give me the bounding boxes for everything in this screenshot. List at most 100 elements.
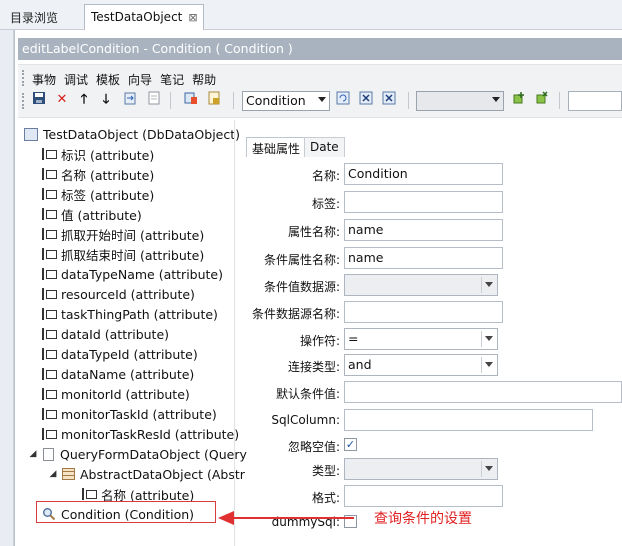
sql-column-field[interactable]: [344, 409, 593, 431]
expand-icon[interactable]: ◢: [48, 469, 58, 479]
component-select[interactable]: Condition: [242, 91, 330, 111]
tree-node-label: monitorTaskResId (attribute): [61, 426, 240, 442]
tab-test-data-object[interactable]: TestDataObject ⊠: [84, 4, 204, 30]
tree-divider[interactable]: [234, 120, 235, 546]
attribute-icon: [42, 147, 57, 161]
name-field[interactable]: Condition: [344, 163, 503, 185]
tree-node-attribute[interactable]: monitorTaskResId (attribute): [42, 424, 239, 444]
tree-node-label: dataTypeName (attribute): [61, 266, 223, 282]
attribute-icon: [42, 407, 57, 421]
tab-label: TestDataObject: [91, 10, 183, 24]
attr-name-field[interactable]: name: [344, 219, 503, 241]
tree-node-abstract[interactable]: ◢ AbstractDataObject (Abstr: [48, 464, 245, 484]
ignore-null-label: 忽略空值:: [287, 440, 340, 454]
cond-source-name-field[interactable]: [344, 301, 503, 323]
tree-node-label: monitorId (attribute): [61, 386, 190, 402]
attribute-icon: [42, 247, 57, 261]
default-value-field[interactable]: [344, 381, 622, 403]
save-icon[interactable]: [30, 91, 48, 109]
page-icon: [41, 447, 55, 461]
chevron-down-icon: [485, 336, 493, 341]
tree-root[interactable]: TestDataObject (DbDataObject): [24, 124, 240, 144]
property-icon[interactable]: [182, 91, 200, 109]
attribute-icon: [42, 267, 57, 281]
tree-node-label: 抓取开始时间 (attribute): [61, 227, 205, 243]
remove-component-icon[interactable]: [357, 91, 375, 109]
annotation-arrow-line: [232, 517, 354, 519]
ignore-null-checkbox[interactable]: ✓: [344, 438, 357, 451]
menu-item-debug[interactable]: 调试: [60, 70, 92, 88]
toolbar-separator: [559, 92, 560, 109]
close-icon[interactable]: ⊠: [188, 11, 197, 24]
tree-node-attribute[interactable]: 标识 (attribute): [42, 144, 154, 164]
move-up-icon[interactable]: 🡑: [75, 91, 93, 109]
tree-node-attribute[interactable]: taskThingPath (attribute): [42, 304, 218, 324]
tree-node-attribute[interactable]: resourceId (attribute): [42, 284, 195, 304]
tree-node-label: 值 (attribute): [61, 207, 142, 223]
structure-tree: TestDataObject (DbDataObject) 标识 (attrib…: [18, 120, 247, 546]
attribute-icon: [42, 387, 57, 401]
tab-basic-properties[interactable]: 基础属性: [246, 137, 307, 157]
tab-directory-browse[interactable]: 目录浏览: [4, 4, 84, 30]
document-icon[interactable]: [145, 91, 163, 109]
menu-item-wizard[interactable]: 向导: [124, 70, 156, 88]
tree-node-attribute[interactable]: dataTypeId (attribute): [42, 344, 198, 364]
label-field[interactable]: [344, 191, 503, 213]
menu-item-help[interactable]: 帮助: [188, 70, 220, 88]
attribute-icon: [42, 427, 57, 441]
tree-node-label: monitorTaskId (attribute): [61, 406, 217, 422]
editor-title-bar: editLabelCondition - Condition ( Conditi…: [18, 38, 622, 60]
type-combo[interactable]: [344, 458, 498, 480]
cond-source-name-label: 条件数据源名称:: [251, 307, 340, 321]
tree-node-attribute[interactable]: 值 (attribute): [42, 204, 142, 224]
operator-label: 操作符:: [299, 334, 340, 348]
menubar-grip[interactable]: [22, 70, 25, 86]
cond-attr-name-field[interactable]: name: [344, 247, 503, 269]
add-node-icon[interactable]: [510, 91, 528, 109]
selected-node-highlight: [36, 501, 216, 523]
tree-node-query-form[interactable]: ◢ QueryFormDataObject (Query: [28, 444, 247, 464]
tree-node-label: resourceId (attribute): [61, 286, 195, 302]
search-input[interactable]: [568, 91, 622, 111]
format-field[interactable]: [344, 485, 503, 507]
delete-icon[interactable]: ✕: [53, 91, 71, 109]
cond-attr-name-label: 条件属性名称:: [263, 253, 340, 267]
lock-icon[interactable]: [205, 91, 223, 109]
tree-node-attribute[interactable]: 抓取开始时间 (attribute): [42, 224, 204, 244]
expand-icon[interactable]: ◢: [28, 449, 38, 459]
close-component-icon[interactable]: [380, 91, 398, 109]
tree-node-attribute[interactable]: 抓取结束时间 (attribute): [42, 244, 204, 264]
left-gutter: [0, 30, 14, 546]
name-label: 名称:: [311, 169, 340, 183]
tree-node-attribute[interactable]: 名称 (attribute): [42, 164, 154, 184]
tree-node-label: QueryFormDataObject (Query: [60, 446, 247, 462]
toolbar-grip[interactable]: [22, 93, 25, 109]
menu-item-transaction[interactable]: 事物: [28, 70, 60, 88]
operator-combo[interactable]: =: [344, 328, 498, 350]
refresh-icon[interactable]: [334, 91, 352, 109]
menu-item-template[interactable]: 模板: [92, 70, 124, 88]
remove-node-icon[interactable]: [533, 91, 551, 109]
format-label: 格式:: [311, 491, 340, 505]
tree-node-label: dataName (attribute): [61, 366, 195, 382]
tab-date[interactable]: Date: [304, 137, 345, 157]
secondary-select[interactable]: [416, 91, 504, 111]
attribute-icon: [42, 207, 57, 221]
database-icon: [24, 127, 38, 141]
tree-node-attribute[interactable]: monitorId (attribute): [42, 384, 190, 404]
table-icon: [61, 467, 75, 481]
join-type-combo[interactable]: and: [344, 354, 498, 376]
attribute-icon: [42, 327, 57, 341]
tree-node-attribute[interactable]: dataId (attribute): [42, 324, 169, 344]
move-down-icon[interactable]: 🡓: [97, 91, 115, 109]
tree-node-label: 名称 (attribute): [61, 167, 155, 183]
import-icon[interactable]: [121, 91, 139, 109]
tree-node-label: 标识 (attribute): [61, 147, 155, 163]
menu-item-notes[interactable]: 笔记: [156, 70, 188, 88]
tree-node-attribute[interactable]: 标签 (attribute): [42, 184, 154, 204]
tree-node-attribute[interactable]: dataTypeName (attribute): [42, 264, 223, 284]
tree-node-attribute[interactable]: dataName (attribute): [42, 364, 194, 384]
tree-node-attribute[interactable]: monitorTaskId (attribute): [42, 404, 217, 424]
cond-value-source-combo[interactable]: [344, 274, 498, 296]
attribute-icon: [82, 487, 97, 501]
